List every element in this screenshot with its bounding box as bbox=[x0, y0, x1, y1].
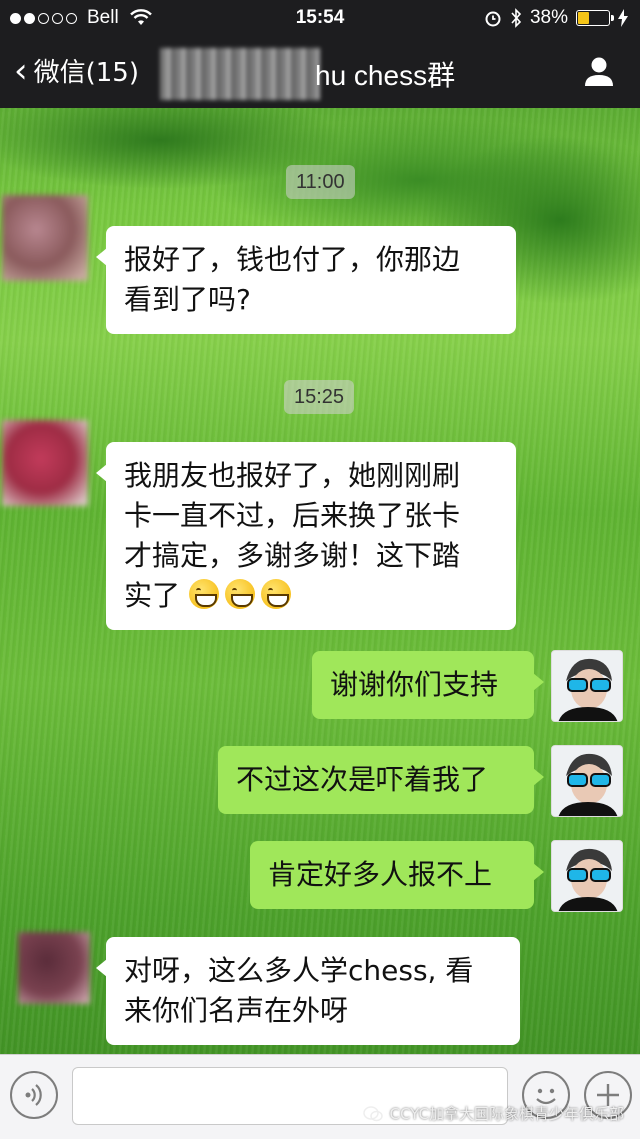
wechat-logo-icon bbox=[363, 1105, 384, 1121]
my-avatar[interactable] bbox=[551, 745, 623, 817]
grinning-face-icon bbox=[260, 579, 291, 609]
my-avatar[interactable] bbox=[551, 840, 623, 912]
message-line: 我朋友也报好了，她刚刚刷 bbox=[124, 459, 461, 492]
message-bubble-outgoing[interactable]: 谢谢你们支持 bbox=[312, 651, 544, 719]
avatar-portrait-icon bbox=[552, 746, 622, 816]
chevron-left-icon: ‹ bbox=[14, 50, 28, 91]
grinning-face-icon bbox=[188, 579, 219, 609]
back-label: 微信(15) bbox=[33, 58, 139, 88]
redacted-group-name bbox=[160, 48, 320, 100]
alarm-icon bbox=[485, 11, 501, 27]
timestamp: 15:25 bbox=[284, 380, 355, 414]
message-line: 看到了吗? bbox=[124, 283, 251, 316]
status-bar: Bell 15:54 38% bbox=[0, 0, 640, 36]
person-icon[interactable] bbox=[582, 54, 616, 88]
message-line-with-emoji: 实了 bbox=[124, 576, 498, 616]
back-button[interactable]: ‹ 微信(15) bbox=[14, 52, 139, 89]
message-bubble-outgoing[interactable]: 肯定好多人报不上 bbox=[250, 841, 544, 909]
message-line: 卡一直不过，后来换了张卡 bbox=[124, 499, 461, 532]
message-bubble-incoming[interactable]: 我朋友也报好了，她刚刚刷 卡一直不过，后来换了张卡 才搞定，多谢多谢！这下踏 实… bbox=[96, 442, 516, 630]
sender-avatar[interactable] bbox=[18, 932, 90, 1004]
message-line: 才搞定，多谢多谢！这下踏 bbox=[124, 539, 461, 572]
timestamp: 11:00 bbox=[286, 165, 355, 199]
charging-icon bbox=[618, 9, 628, 27]
avatar-portrait-icon bbox=[552, 651, 622, 721]
message-line: 实了 bbox=[124, 579, 181, 612]
message-line: 来你们名声在外呀 bbox=[124, 994, 349, 1027]
voice-button[interactable] bbox=[10, 1071, 58, 1119]
bluetooth-icon bbox=[511, 8, 522, 28]
message-bubble-outgoing[interactable]: 不过这次是吓着我了 bbox=[218, 746, 544, 814]
message-line: 报好了，钱也付了，你那边 bbox=[124, 243, 461, 276]
avatar-portrait-icon bbox=[552, 841, 622, 911]
sender-avatar[interactable] bbox=[2, 195, 88, 281]
message-line: 不过这次是吓着我了 bbox=[236, 763, 489, 796]
grinning-face-icon bbox=[224, 579, 255, 609]
message-line: 肯定好多人报不上 bbox=[268, 858, 493, 891]
input-bar: CCYC加拿大国际象棋青少年俱乐部 bbox=[0, 1054, 640, 1139]
chat-title: hu chess群 bbox=[315, 60, 456, 91]
voice-icon bbox=[25, 1084, 42, 1106]
message-line: 谢谢你们支持 bbox=[330, 668, 499, 701]
sender-avatar[interactable] bbox=[2, 420, 88, 506]
watermark: CCYC加拿大国际象棋青少年俱乐部 bbox=[363, 1103, 624, 1124]
nav-bar: ‹ 微信(15) hu chess群 bbox=[0, 36, 640, 108]
message-bubble-incoming[interactable]: 报好了，钱也付了，你那边 看到了吗? bbox=[96, 226, 516, 334]
message-bubble-incoming[interactable]: 对呀，这么多人学chess, 看 来你们名声在外呀 bbox=[96, 937, 520, 1045]
battery-percent: 38% bbox=[529, 7, 568, 28]
battery-icon bbox=[576, 10, 614, 26]
message-line: 对呀，这么多人学chess, 看 bbox=[124, 954, 474, 987]
my-avatar[interactable] bbox=[551, 650, 623, 722]
watermark-text: CCYC加拿大国际象棋青少年俱乐部 bbox=[389, 1105, 624, 1123]
